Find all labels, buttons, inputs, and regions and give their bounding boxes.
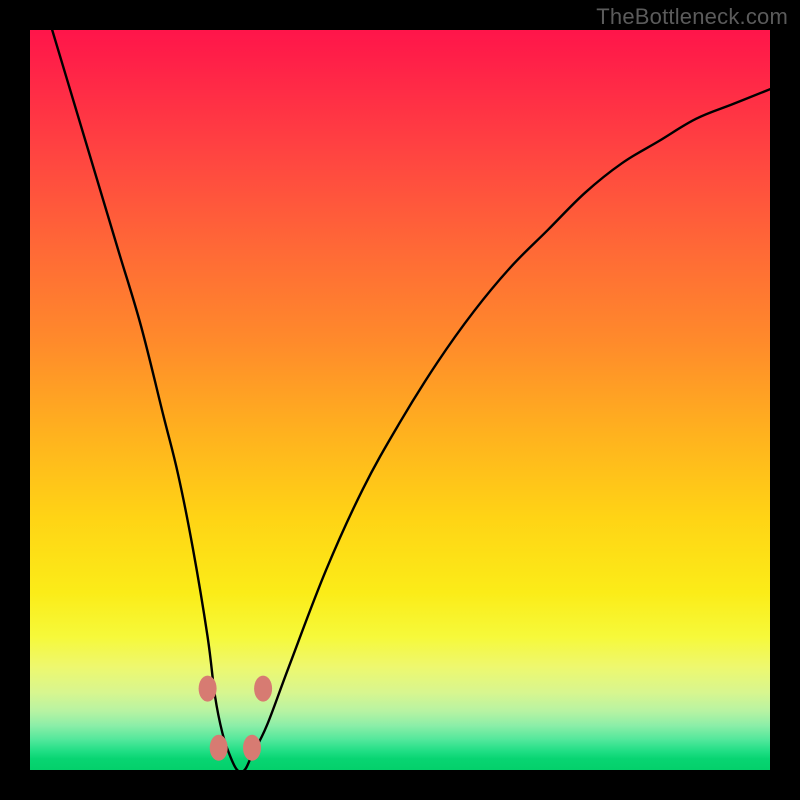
curve-marker	[210, 735, 228, 761]
plot-area	[30, 30, 770, 770]
curve-markers	[199, 676, 273, 761]
curve-layer	[30, 30, 770, 770]
watermark-text: TheBottleneck.com	[596, 4, 788, 30]
curve-marker	[243, 735, 261, 761]
bottleneck-curve	[52, 30, 770, 770]
curve-marker	[199, 676, 217, 702]
chart-frame: TheBottleneck.com	[0, 0, 800, 800]
curve-marker	[254, 676, 272, 702]
